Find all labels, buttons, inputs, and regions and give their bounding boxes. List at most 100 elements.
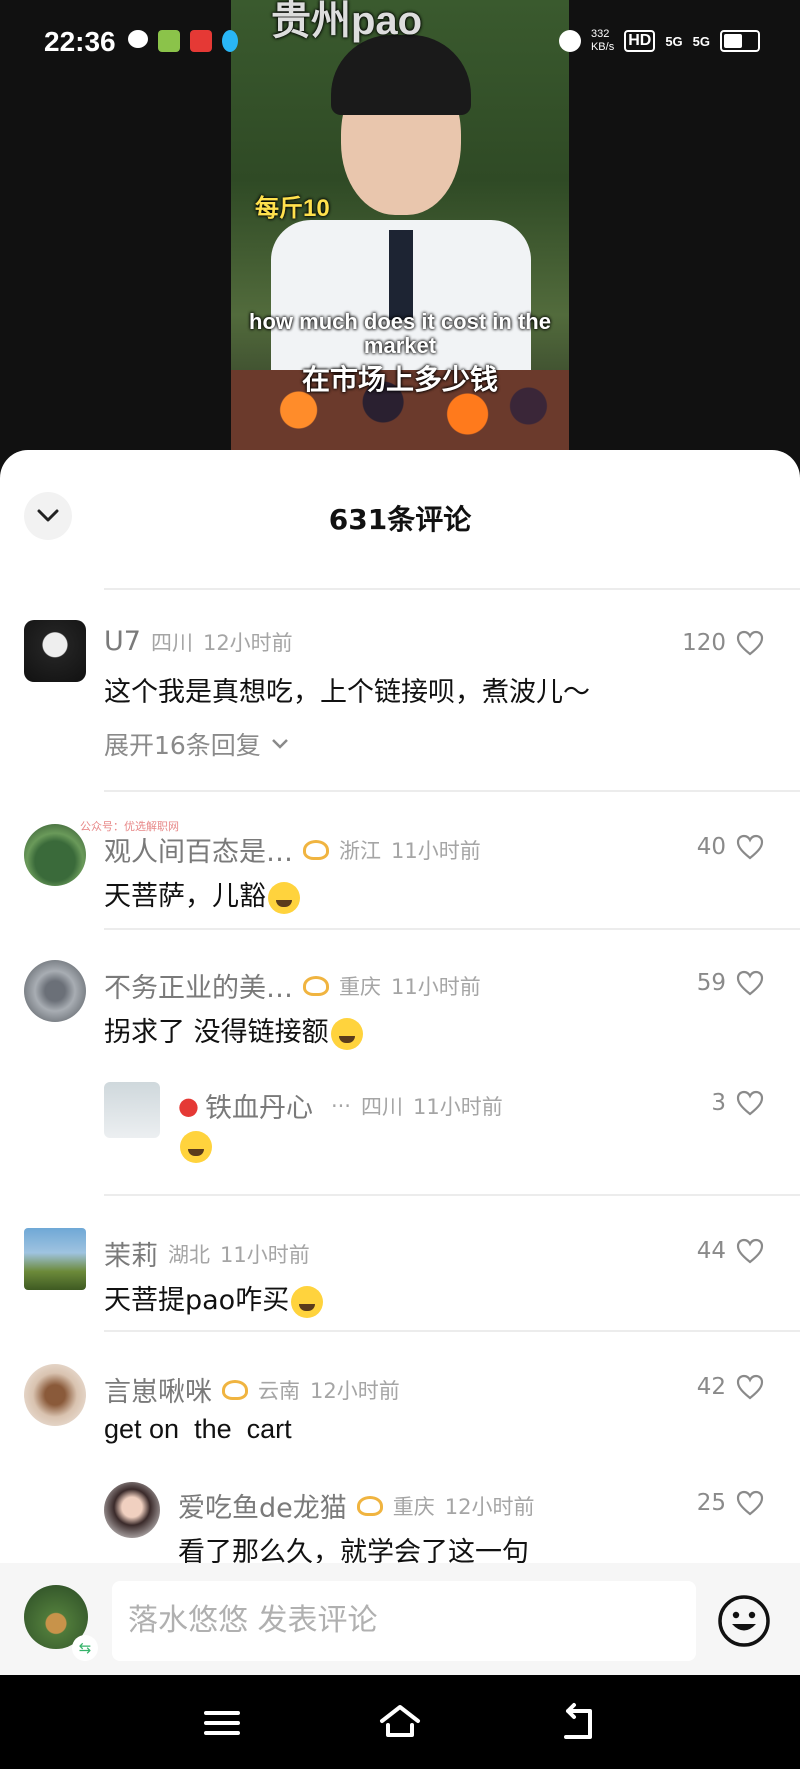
like-button[interactable]: 120 [682,630,764,656]
comment-text-content: 天菩提pao咋买 [104,1285,290,1316]
avatar[interactable] [24,960,86,1022]
comment-username[interactable]: 观人间百态是… [104,830,293,869]
vip-badge-icon [303,975,329,996]
like-count: 44 [696,1238,726,1264]
sync-icon[interactable]: ⇆ [72,1635,98,1661]
heart-icon [736,1238,764,1264]
comment-header: ● 铁血丹心 ··· 四川 11小时前 [178,1086,503,1125]
comment-location: 四川 [150,630,193,655]
avatar[interactable] [24,620,86,682]
back-icon[interactable] [554,1699,602,1747]
comment-time: 11小时前 [412,1094,503,1119]
comment-header: U7 四川 12小时前 [104,626,293,657]
laugh-cry-emoji-icon [291,1285,324,1318]
heart-icon [736,630,764,656]
divider [104,1330,800,1332]
comment-location: 湖北 [168,1242,210,1267]
grin-emoji-icon [180,1130,212,1163]
strawberry-icon: ● [178,1091,199,1120]
laugh-cry-emoji-icon [330,1017,363,1050]
comment-username[interactable]: U7 [104,626,141,657]
comment-text: 拐求了 没得链接额 [104,1010,363,1050]
comment-text-content: 拐求了 没得链接额 [104,1017,329,1048]
comment-text: 这个我是真想吃，上个链接呗，煮波儿～ [104,677,590,708]
comment-time: 11小时前 [391,838,481,863]
comment-text [178,1130,212,1163]
comment-location: 四川 [360,1094,403,1119]
signal-5g-1: 5G [665,33,683,49]
more-dots: ··· [330,1093,351,1118]
comment-input[interactable]: 落水悠悠 发表评论 [112,1581,696,1661]
like-count: 59 [696,970,726,996]
video-person-tie [389,230,413,320]
expand-replies-button[interactable]: 展开16条回复 [104,726,289,762]
qq-icon [222,30,238,52]
comment-username[interactable]: 不务正业的美… [104,966,293,1005]
comment-header: 观人间百态是… 浙江 11小时前 [104,830,481,869]
home-icon[interactable] [376,1699,424,1747]
net-speed: 332 KB/s [590,28,615,53]
like-button[interactable]: 44 [697,1238,764,1264]
heart-icon [736,1374,764,1400]
comment-username[interactable]: 爱吃鱼de龙猫 [178,1486,347,1525]
expand-replies-label: 展开16条回复 [104,731,261,760]
avatar[interactable] [104,1482,160,1538]
like-button[interactable]: 40 [697,834,764,860]
avatar[interactable] [24,1228,86,1290]
comment-header: 不务正业的美… 重庆 11小时前 [104,966,481,1005]
notification-icons [128,30,238,52]
comment-header: 爱吃鱼de龙猫 重庆 12小时前 [178,1486,534,1525]
comment-header: 茉莉 湖北 11小时前 [104,1234,310,1273]
status-right: 332 KB/s HD 5G 5G [558,28,760,54]
avatar[interactable] [104,1082,160,1138]
laugh-cry-emoji-icon [268,881,300,914]
smile-emoji-icon[interactable] [716,1593,772,1649]
like-button[interactable]: 3 [711,1090,764,1116]
vip-badge-icon [222,1379,248,1400]
comment-username[interactable]: 言崽啾咪 [104,1370,212,1409]
like-button[interactable]: 42 [697,1374,764,1400]
system-nav-bar [0,1675,800,1769]
video-caption-zh: 在市场上多少钱 [301,364,498,395]
hd-indicator: HD [624,30,656,52]
chevron-down-icon [271,739,288,749]
status-time: 22:36 [44,26,116,57]
comment-text-content: 天菩萨，儿豁 [104,881,266,912]
avatar[interactable] [24,1364,86,1426]
comment-location: 云南 [258,1378,300,1403]
alarm-icon [558,30,581,52]
like-button[interactable]: 59 [697,970,764,996]
comment-header: 言崽啾咪 云南 12小时前 [104,1370,400,1409]
comment-location: 浙江 [339,838,381,863]
vip-badge-icon [356,1495,383,1516]
divider [104,790,800,792]
like-count: 42 [696,1374,726,1400]
heart-icon [736,970,764,996]
like-button[interactable]: 25 [697,1490,764,1516]
signal-5g-2: 5G [692,33,710,49]
comment-text: get on the cart [104,1414,292,1444]
comment-time: 12小时前 [444,1494,535,1519]
comment-count-title: 631条评论 [328,503,472,536]
like-count: 120 [682,630,726,656]
avatar[interactable] [24,824,86,886]
battery-icon [720,30,760,52]
comment-sheet: 631条评论 U7 四川 12小时前 这个我是真想吃，上个链接呗，煮波儿～ 展开… [0,450,800,1675]
comment-username[interactable]: 茉莉 [104,1234,158,1273]
comment-input-bar: ⇆ 落水悠悠 发表评论 [0,1563,800,1675]
menu-icon[interactable] [198,1699,246,1747]
comment-time: 12小时前 [202,630,293,655]
video-price-tag: 每斤10 [255,195,330,222]
comment-text: 天菩萨，儿豁 [104,874,300,914]
divider [104,1194,800,1196]
status-bar: 22:36 332 KB/s HD 5G 5G [0,0,800,90]
divider [104,588,800,590]
comment-time: 11小时前 [220,1242,310,1267]
app-notification-icon [190,30,212,52]
comment-time: 12小时前 [310,1378,400,1403]
heart-icon [736,1490,764,1516]
comment-username[interactable]: 铁血丹心 [205,1086,313,1125]
video-caption-en: how much does it cost in the market [249,309,551,358]
like-count: 40 [696,834,726,860]
vip-badge-icon [303,839,329,860]
